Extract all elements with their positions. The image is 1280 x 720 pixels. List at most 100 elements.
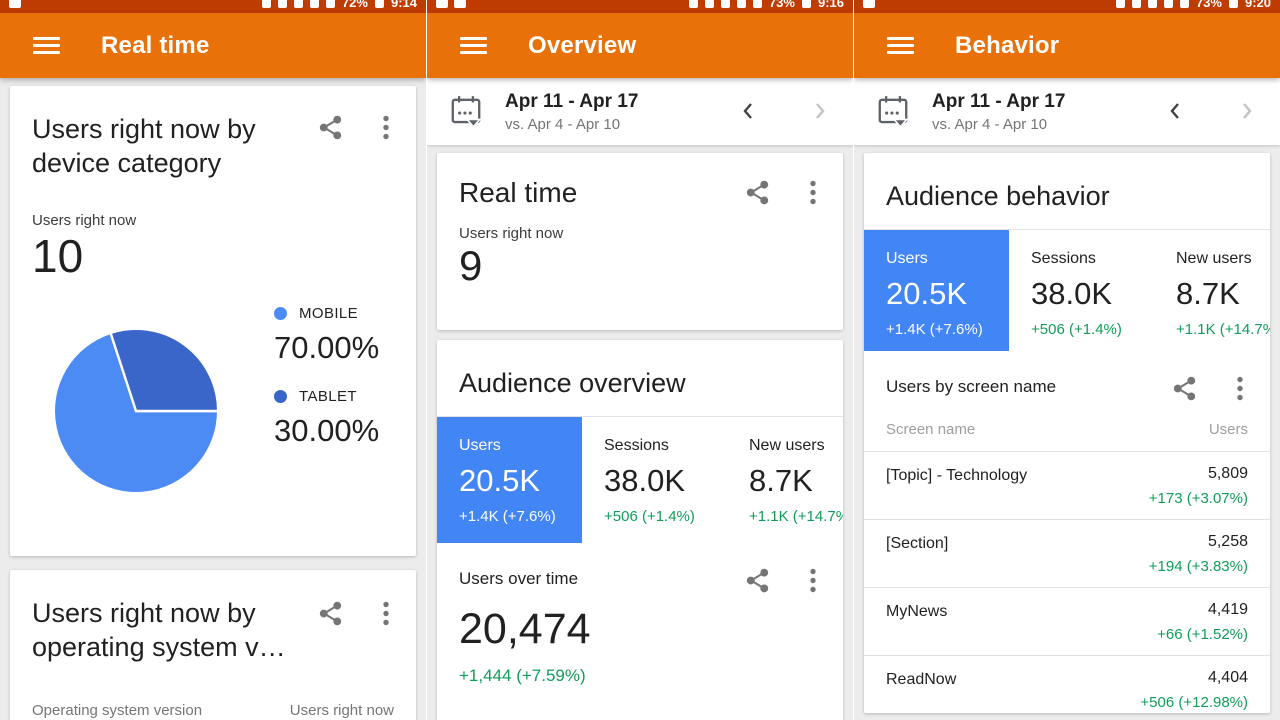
- row-delta: +506 (+12.98%): [1140, 694, 1248, 711]
- tab-users[interactable]: Users 20.5K +1.4K (+7.6%): [864, 230, 1009, 351]
- card-title: Audience behavior: [864, 153, 1270, 229]
- app-bar: Overview: [427, 13, 853, 78]
- battery-percent: 72%: [342, 0, 368, 10]
- tab-new-users[interactable]: New users 8.7K +1.1K (+14.7%): [727, 417, 843, 543]
- legend-label: TABLET: [299, 388, 357, 405]
- table-row[interactable]: MyNews 4,419 +66 (+1.52%): [864, 588, 1270, 656]
- menu-icon[interactable]: [460, 37, 487, 54]
- status-bar: 73% 9:16: [427, 0, 853, 13]
- tab-new-users[interactable]: New users 8.7K +1.1K (+14.7%): [1154, 230, 1270, 351]
- status-time: 9:14: [391, 0, 417, 10]
- users-delta: +1,444 (+7.59%): [459, 666, 821, 686]
- users-by-screen-name-section: Users by screen name: [864, 351, 1270, 397]
- audience-overview-card: Audience overview Users 20.5K +1.4K (+7.…: [437, 340, 843, 720]
- tab-delta: +506 (+1.4%): [1031, 321, 1154, 338]
- share-icon[interactable]: [317, 600, 344, 627]
- column-header-users-right-now: Users right now: [290, 702, 394, 719]
- scorecard-tabs: Users 20.5K +1.4K (+7.6%) Sessions 38.0K…: [437, 416, 843, 543]
- row-value: 4,419: [1157, 601, 1248, 619]
- kebab-menu-icon[interactable]: [1236, 375, 1244, 402]
- row-value: 5,258: [1149, 533, 1248, 551]
- legend-value: 30.00%: [274, 413, 379, 449]
- menu-icon[interactable]: [887, 37, 914, 54]
- tab-delta: +1.4K (+7.6%): [459, 508, 582, 525]
- kebab-menu-icon[interactable]: [809, 179, 817, 206]
- card-title: Users right now by operating system v…: [32, 596, 308, 664]
- tablet-legend-dot: [274, 390, 287, 403]
- calendar-icon[interactable]: [876, 94, 910, 130]
- previous-period-chevron-icon[interactable]: [1160, 95, 1192, 127]
- table-row[interactable]: [Topic] - Technology 5,809 +173 (+3.07%): [864, 452, 1270, 520]
- page-title: Overview: [528, 32, 636, 60]
- pie-chart: [50, 325, 222, 497]
- kebab-menu-icon[interactable]: [382, 600, 390, 627]
- signal-icon: [326, 0, 335, 8]
- share-icon[interactable]: [744, 567, 771, 594]
- table-row[interactable]: ReadNow 4,404 +506 (+12.98%): [864, 656, 1270, 713]
- alarm-icon: [1164, 0, 1173, 8]
- panel-overview: 73% 9:16 Overview Apr 11 - Apr 17 vs. Ap…: [427, 0, 853, 720]
- tab-label: Sessions: [604, 437, 727, 455]
- legend-value: 70.00%: [274, 330, 379, 366]
- screenshot-collage: 72% 9:14 Real time Users: [0, 0, 1280, 720]
- row-name: MyNews: [886, 601, 947, 643]
- scorecard-tabs: Users 20.5K +1.4K (+7.6%) Sessions 38.0K…: [864, 229, 1270, 351]
- kebab-menu-icon[interactable]: [382, 114, 390, 141]
- signal-icon: [753, 0, 762, 8]
- row-value: 5,809: [1149, 465, 1248, 483]
- tab-delta: +1.4K (+7.6%): [886, 321, 1009, 338]
- status-time: 9:16: [818, 0, 844, 10]
- tab-value: 8.7K: [749, 463, 843, 499]
- row-delta: +66 (+1.52%): [1157, 626, 1248, 643]
- menu-icon[interactable]: [33, 37, 60, 54]
- tab-users[interactable]: Users 20.5K +1.4K (+7.6%): [437, 417, 582, 543]
- row-name: [Topic] - Technology: [886, 465, 1027, 507]
- tab-delta: +1.1K (+14.7%): [749, 508, 843, 525]
- battery-icon: [375, 0, 384, 8]
- row-delta: +173 (+3.07%): [1149, 490, 1248, 507]
- metric-label: Users right now: [32, 212, 394, 229]
- tab-label: New users: [1176, 250, 1270, 268]
- tab-delta: +506 (+1.4%): [604, 508, 727, 525]
- tab-delta: +1.1K (+14.7%): [1176, 321, 1270, 338]
- next-period-chevron-icon[interactable]: [803, 95, 835, 127]
- page-title: Real time: [101, 32, 210, 60]
- tab-value: 8.7K: [1176, 276, 1270, 312]
- tab-value: 38.0K: [604, 463, 727, 499]
- share-icon[interactable]: [317, 114, 344, 141]
- tab-sessions[interactable]: Sessions 38.0K +506 (+1.4%): [582, 417, 727, 543]
- card-title: Users right now by device category: [32, 112, 308, 180]
- table-row[interactable]: [Section] 5,258 +194 (+3.83%): [864, 520, 1270, 588]
- date-range-primary: Apr 11 - Apr 17: [505, 91, 638, 113]
- table-header: Screen name Users: [864, 397, 1270, 452]
- row-name: ReadNow: [886, 669, 956, 711]
- next-period-chevron-icon[interactable]: [1230, 95, 1262, 127]
- notification-icons: [436, 0, 466, 8]
- date-range-comparison: vs. Apr 4 - Apr 10: [932, 116, 1065, 133]
- battery-icon: [1229, 0, 1238, 8]
- row-name: [Section]: [886, 533, 948, 575]
- battery-percent: 73%: [769, 0, 795, 10]
- mobile-legend-dot: [274, 307, 287, 320]
- date-range-comparison: vs. Apr 4 - Apr 10: [505, 116, 638, 133]
- status-bar: 73% 9:20: [854, 0, 1280, 13]
- wifi-icon: [737, 0, 746, 8]
- legend-item-mobile: MOBILE 70.00%: [274, 305, 379, 366]
- share-icon[interactable]: [1171, 375, 1198, 402]
- panel-real-time: 72% 9:14 Real time Users: [0, 0, 426, 720]
- device-category-card: Users right now by device category Users…: [10, 86, 416, 556]
- alarm-icon: [721, 0, 730, 8]
- calendar-icon[interactable]: [449, 94, 483, 130]
- metric-label: Users right now: [459, 225, 821, 242]
- tab-sessions[interactable]: Sessions 38.0K +506 (+1.4%): [1009, 230, 1154, 351]
- column-header-users: Users: [1209, 421, 1248, 438]
- date-range-bar[interactable]: Apr 11 - Apr 17 vs. Apr 4 - Apr 10: [427, 78, 853, 145]
- date-range-bar[interactable]: Apr 11 - Apr 17 vs. Apr 4 - Apr 10: [854, 78, 1280, 145]
- tab-value: 38.0K: [1031, 276, 1154, 312]
- metric-value: 10: [32, 229, 394, 283]
- share-icon[interactable]: [744, 179, 771, 206]
- kebab-menu-icon[interactable]: [809, 567, 817, 594]
- os-version-card: Users right now by operating system v… O…: [10, 570, 416, 720]
- previous-period-chevron-icon[interactable]: [733, 95, 765, 127]
- tab-label: Users: [886, 250, 1009, 268]
